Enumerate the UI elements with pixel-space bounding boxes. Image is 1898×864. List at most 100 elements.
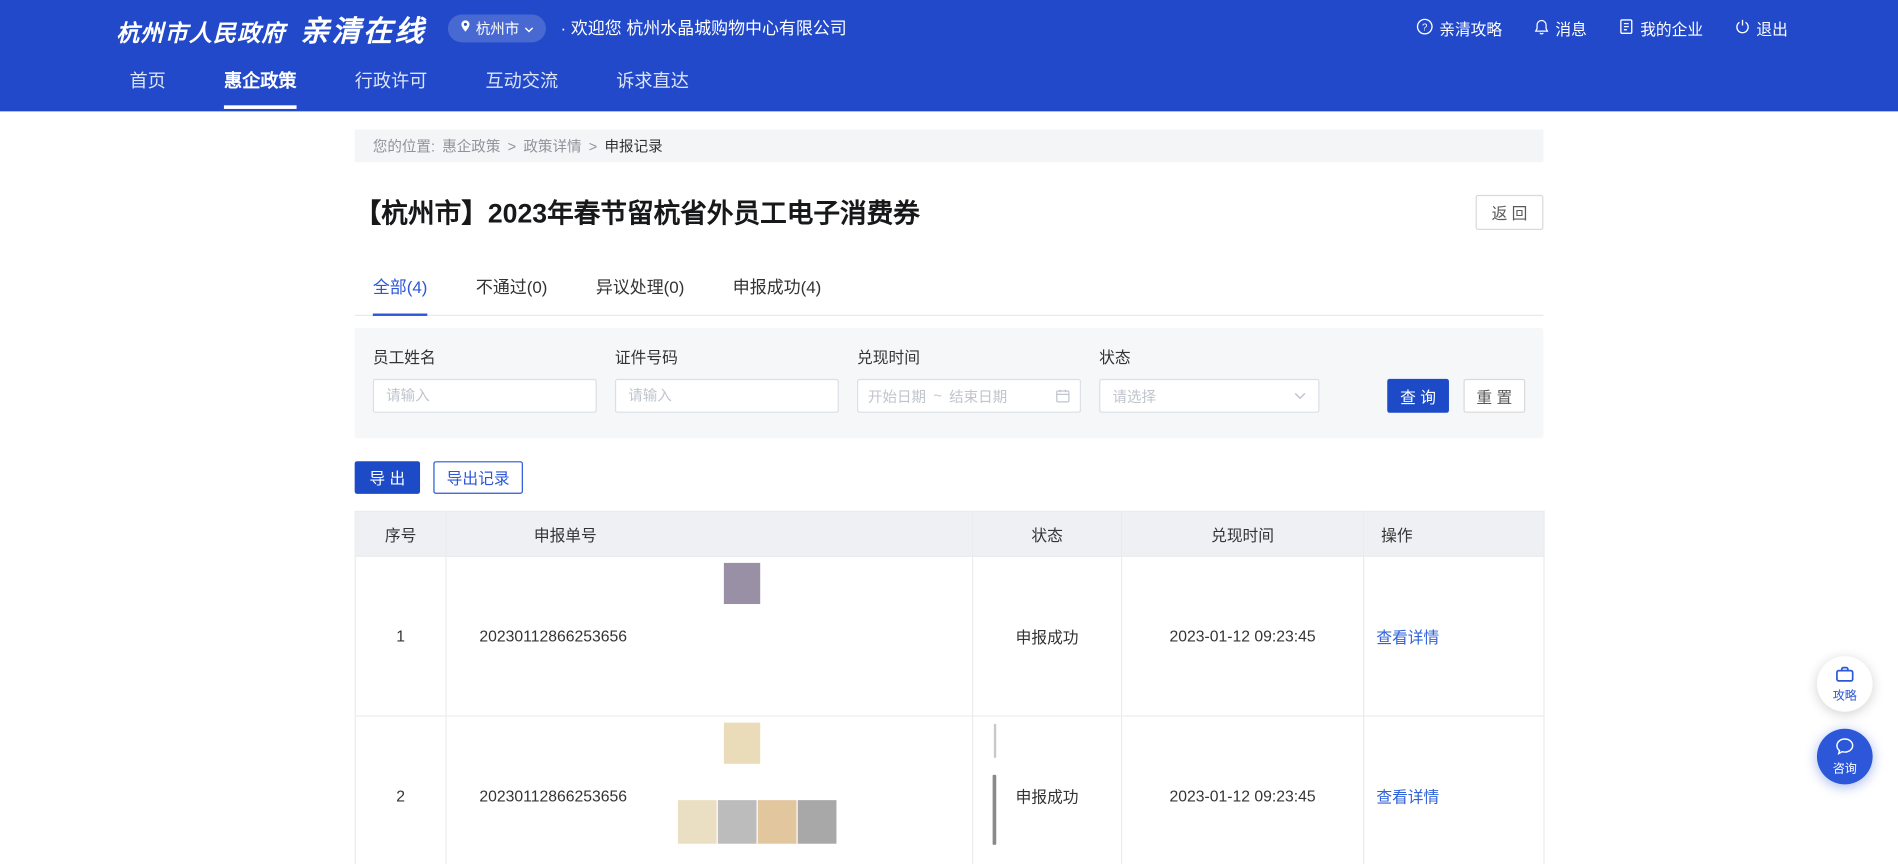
filter-panel: 员工姓名 证件号码 兑现时间 开始日期 ~ 结束日期 状态 请选择 [355, 328, 1544, 438]
order-no-text: 20230112866253656 [479, 787, 627, 805]
row-redeem-time: 2023-01-12 09:23:45 [1122, 716, 1364, 864]
table-header-row: 序号 申报单号 状态 兑现时间 操作 [355, 511, 1544, 556]
chat-bubble-icon [1835, 737, 1854, 761]
field-id-number: 证件号码 [615, 345, 839, 413]
export-button[interactable]: 导 出 [355, 461, 420, 494]
filter-actions: 查 询 重 置 [1387, 379, 1525, 413]
row-order-no: 20230112866253656 [446, 716, 973, 864]
city-selector[interactable]: 杭州市 [448, 14, 546, 42]
breadcrumb-separator: > [589, 137, 597, 154]
status-select[interactable]: 请选择 [1099, 379, 1319, 413]
tab-rejected[interactable]: 不通过(0) [476, 275, 548, 315]
guide-floating-label: 攻略 [1833, 689, 1857, 702]
breadcrumb: 您的位置: 惠企政策 > 政策详情 > 申报记录 [355, 130, 1544, 163]
logout-link[interactable]: 退出 [1735, 16, 1788, 39]
consult-floating-label: 咨询 [1833, 763, 1857, 776]
row-index: 1 [355, 556, 446, 716]
location-pin-icon [460, 19, 471, 36]
export-toolbar: 导 出 导出记录 [355, 461, 1544, 494]
title-row: 【杭州市】2023年春节留杭省外员工电子消费券 返 回 [355, 192, 1544, 231]
page-title: 【杭州市】2023年春节留杭省外员工电子消费券 [355, 192, 920, 231]
chevron-down-icon [1294, 392, 1306, 399]
records-table-wrap: 序号 申报单号 状态 兑现时间 操作 1 20230112866253656 [355, 511, 1544, 864]
view-detail-link[interactable]: 查看详情 [1376, 628, 1439, 646]
blurred-artifact [724, 563, 760, 604]
table-row: 1 20230112866253656 申报成功 2023-01-12 09:2… [355, 556, 1544, 716]
nav-item-interaction[interactable]: 互动交流 [485, 56, 558, 112]
tab-success[interactable]: 申报成功(4) [733, 275, 822, 315]
view-detail-link[interactable]: 查看详情 [1376, 788, 1439, 806]
qinqing-guide-link[interactable]: ? 亲清攻略 [1416, 16, 1502, 39]
records-table: 序号 申报单号 状态 兑现时间 操作 1 20230112866253656 [355, 511, 1545, 864]
field-redeem-time: 兑现时间 开始日期 ~ 结束日期 [857, 345, 1081, 413]
status-label: 状态 [1099, 345, 1319, 368]
status-text: 申报成功 [1016, 788, 1079, 806]
tab-all[interactable]: 全部(4) [373, 275, 428, 315]
guide-floating-button[interactable]: 攻略 [1817, 656, 1873, 712]
site-logo[interactable]: 杭州市人民政府 亲清在线 [116, 7, 426, 49]
power-icon [1735, 18, 1751, 39]
back-button[interactable]: 返 回 [1476, 194, 1544, 229]
breadcrumb-item-policy-detail[interactable]: 政策详情 [523, 136, 581, 157]
header-utility-row: 杭州市人民政府 亲清在线 杭州市 · 欢迎您 杭州水晶城购物中心有限公司 ? 亲… [0, 0, 1898, 56]
top-header: 杭州市人民政府 亲清在线 杭州市 · 欢迎您 杭州水晶城购物中心有限公司 ? 亲… [0, 0, 1898, 111]
bell-icon [1534, 18, 1550, 39]
redeem-time-label: 兑现时间 [857, 345, 1081, 368]
gov-logo-text: 杭州市人民政府 [116, 15, 285, 48]
my-company-label: 我的企业 [1640, 16, 1703, 39]
tab-objection[interactable]: 异议处理(0) [596, 275, 685, 315]
id-number-input[interactable] [615, 379, 839, 413]
blurred-artifact [724, 723, 760, 764]
row-action: 查看详情 [1364, 716, 1544, 864]
breadcrumb-separator: > [508, 137, 516, 154]
row-status: 申报成功 [973, 556, 1122, 716]
brand-logo-text: 亲清在线 [300, 7, 426, 49]
welcome-text: · 欢迎您 杭州水晶城购物中心有限公司 [560, 16, 846, 40]
nav-item-policies[interactable]: 惠企政策 [224, 56, 297, 112]
col-header-status: 状态 [973, 511, 1122, 556]
row-action: 查看详情 [1364, 556, 1544, 716]
breadcrumb-item-records: 申报记录 [605, 136, 663, 157]
table-row: 2 20230112866253656 申报成功 2023-01-12 09:2… [355, 716, 1544, 864]
col-header-action: 操作 [1364, 511, 1544, 556]
col-header-index: 序号 [355, 511, 446, 556]
status-placeholder: 请选择 [1112, 386, 1156, 407]
blurred-artifact [993, 775, 997, 845]
date-range-picker[interactable]: 开始日期 ~ 结束日期 [857, 379, 1081, 413]
employee-name-input[interactable] [373, 379, 597, 413]
employee-name-label: 员工姓名 [373, 345, 597, 368]
col-header-order-no: 申报单号 [446, 511, 973, 556]
date-range-separator: ~ [933, 387, 941, 404]
main-content: 您的位置: 惠企政策 > 政策详情 > 申报记录 【杭州市】2023年春节留杭省… [355, 130, 1544, 864]
row-order-no: 20230112866253656 [446, 556, 973, 716]
briefcase-icon [1835, 665, 1854, 688]
page-viewport: 杭州市人民政府 亲清在线 杭州市 · 欢迎您 杭州水晶城购物中心有限公司 ? 亲… [0, 0, 1898, 864]
blurred-artifact [994, 724, 996, 758]
qinqing-guide-label: 亲清攻略 [1439, 16, 1502, 39]
export-records-button[interactable]: 导出记录 [433, 461, 523, 494]
header-links: ? 亲清攻略 消息 我的企业 退出 [1416, 16, 1788, 39]
row-index: 2 [355, 716, 446, 864]
chevron-down-icon [524, 19, 534, 36]
reset-button[interactable]: 重 置 [1463, 379, 1525, 413]
col-header-redeem-time: 兑现时间 [1122, 511, 1364, 556]
breadcrumb-item-policies[interactable]: 惠企政策 [442, 136, 500, 157]
nav-item-home[interactable]: 首页 [130, 56, 166, 112]
status-tabs: 全部(4) 不通过(0) 异议处理(0) 申报成功(4) [355, 275, 1544, 316]
search-button[interactable]: 查 询 [1387, 379, 1449, 413]
nav-item-admin-license[interactable]: 行政许可 [355, 56, 428, 112]
company-doc-icon [1618, 18, 1634, 39]
nav-item-appeals[interactable]: 诉求直达 [616, 56, 689, 112]
main-nav: 首页 惠企政策 行政许可 互动交流 诉求直达 [0, 56, 1898, 112]
row-redeem-time: 2023-01-12 09:23:45 [1122, 556, 1364, 716]
row-status: 申报成功 [973, 716, 1122, 864]
logout-label: 退出 [1756, 16, 1787, 39]
field-employee-name: 员工姓名 [373, 345, 597, 413]
start-date-placeholder: 开始日期 [868, 386, 926, 407]
messages-link[interactable]: 消息 [1534, 16, 1587, 39]
field-status: 状态 请选择 [1099, 345, 1319, 413]
end-date-placeholder: 结束日期 [949, 386, 1007, 407]
messages-label: 消息 [1555, 16, 1586, 39]
my-company-link[interactable]: 我的企业 [1618, 16, 1703, 39]
consult-floating-button[interactable]: 咨询 [1817, 729, 1873, 785]
